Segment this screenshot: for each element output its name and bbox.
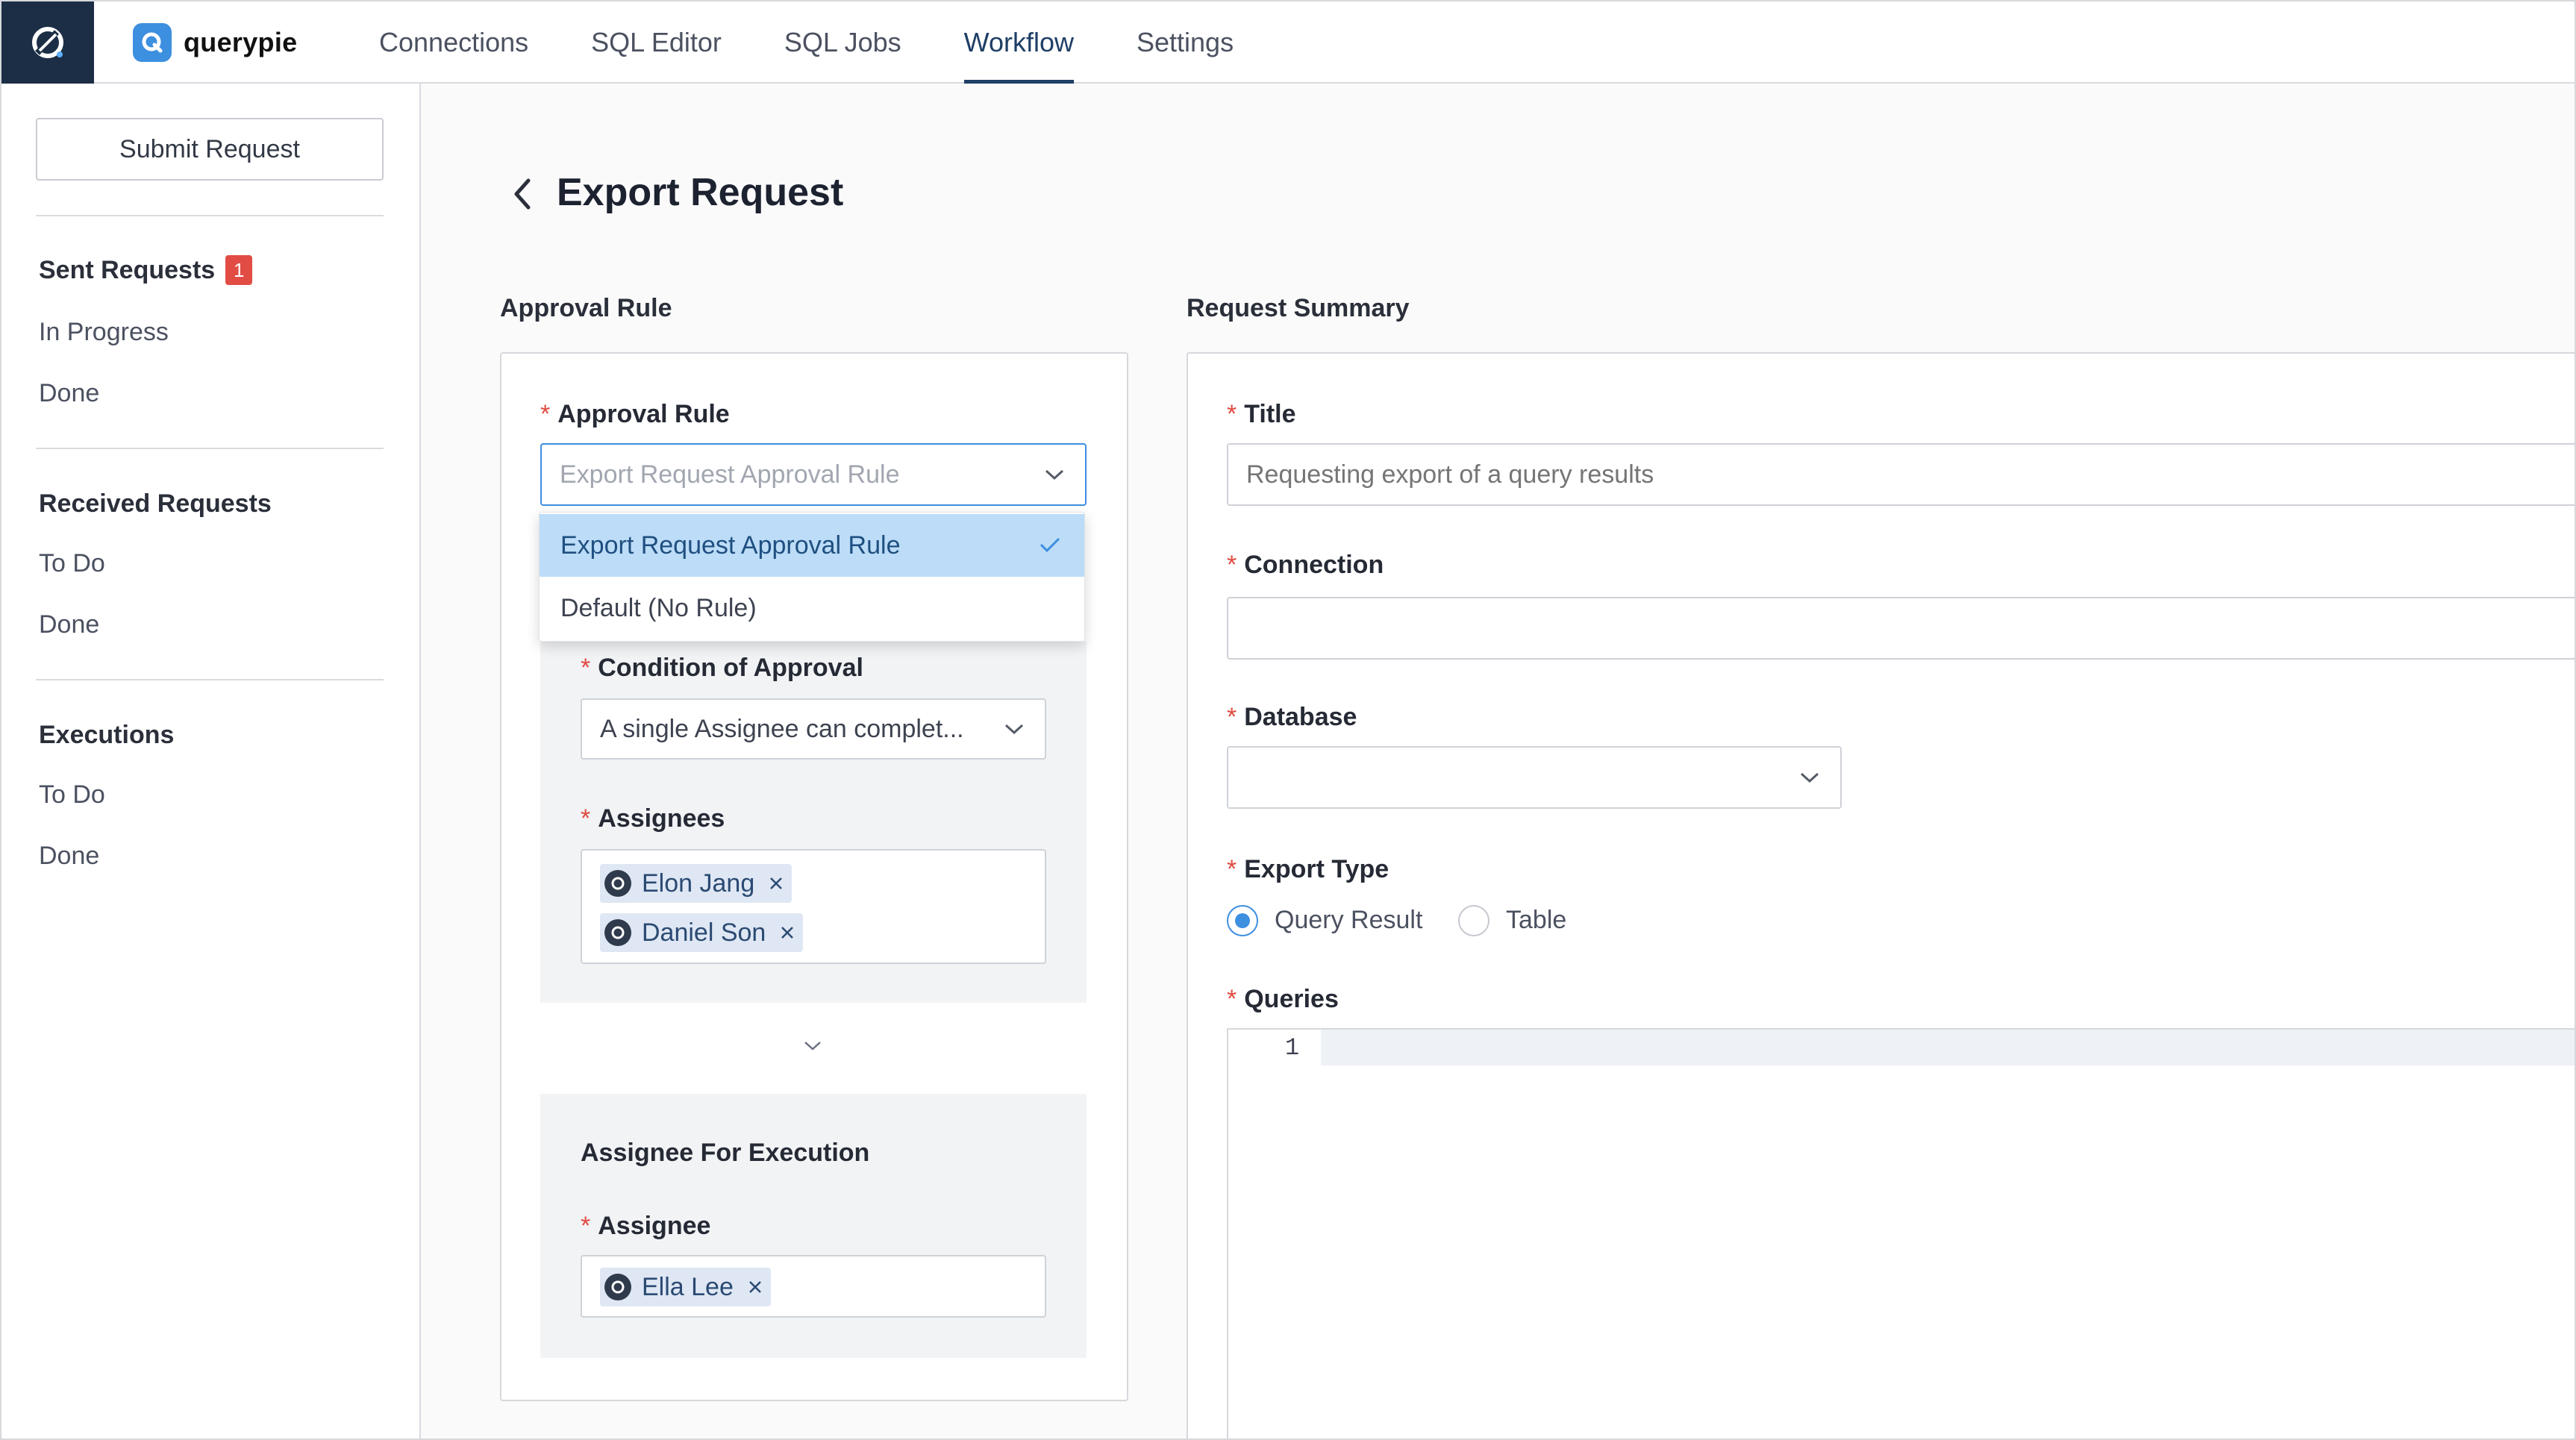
nav-sql-editor[interactable]: SQL Editor xyxy=(591,1,722,84)
close-icon[interactable] xyxy=(768,875,784,892)
app-logo[interactable] xyxy=(1,1,94,84)
required-marker: * xyxy=(1227,703,1237,731)
approval-rule-dropdown: Export Request Approval Rule Default (No… xyxy=(539,512,1085,642)
brand[interactable]: querypie xyxy=(133,22,297,63)
sidebar-divider xyxy=(36,679,384,680)
avatar-icon xyxy=(604,919,631,946)
connection-label: * Connection xyxy=(1227,551,1384,579)
request-summary-section-title: Request Summary xyxy=(1187,294,1410,322)
title-input[interactable] xyxy=(1227,443,2575,506)
chevron-down-icon xyxy=(1800,772,1819,783)
sidebar-received-requests[interactable]: Received Requests xyxy=(39,489,272,519)
avatar-icon xyxy=(604,1274,631,1300)
nav-sql-jobs[interactable]: SQL Jobs xyxy=(784,1,901,84)
sidebar: Submit Request Sent Requests 1 In Progre… xyxy=(1,84,421,1439)
condition-of-approval-select[interactable]: A single Assignee can complet... xyxy=(581,698,1046,760)
sent-requests-badge: 1 xyxy=(225,255,253,285)
export-type-label: * Export Type xyxy=(1227,855,1389,883)
radio-table-label[interactable]: Table xyxy=(1506,906,1566,935)
sidebar-divider xyxy=(36,448,384,449)
assignee-name: Elon Jang xyxy=(642,868,755,898)
brand-q-icon xyxy=(133,23,172,62)
dropdown-option-export-rule[interactable]: Export Request Approval Rule xyxy=(540,514,1084,577)
assignee-for-execution-title: Assignee For Execution xyxy=(581,1139,870,1167)
submit-request-button[interactable]: Submit Request xyxy=(36,118,384,181)
required-marker: * xyxy=(1227,551,1237,579)
required-marker: * xyxy=(581,804,591,833)
sidebar-item-executions-done[interactable]: Done xyxy=(39,842,99,871)
page-title: Export Request xyxy=(557,171,844,214)
nav-connections[interactable]: Connections xyxy=(379,1,528,84)
assignee-tag: Daniel Son xyxy=(600,913,804,952)
sidebar-divider xyxy=(36,215,384,216)
queries-label: * Queries xyxy=(1227,985,1339,1013)
title-label: * Title xyxy=(1227,400,1296,428)
assignee-name: Daniel Son xyxy=(642,918,766,947)
app-logo-icon xyxy=(32,27,63,58)
assignees-label: * Assignees xyxy=(581,804,725,833)
approval-rule-section-title: Approval Rule xyxy=(500,294,672,322)
top-nav-bar: querypie Connections SQL Editor SQL Jobs… xyxy=(1,1,2575,84)
nav-settings[interactable]: Settings xyxy=(1137,1,1234,84)
execution-assignee-label: * Assignee xyxy=(581,1212,711,1240)
connection-select[interactable] xyxy=(1227,597,2575,660)
main-nav: Connections SQL Editor SQL Jobs Workflow… xyxy=(379,1,1296,84)
condition-select-value: A single Assignee can complet... xyxy=(600,714,964,743)
assignee-tag: Ella Lee xyxy=(600,1268,771,1306)
sidebar-sent-requests[interactable]: Sent Requests 1 xyxy=(39,255,253,285)
radio-query-result[interactable] xyxy=(1227,905,1258,936)
radio-table[interactable] xyxy=(1458,905,1489,936)
sent-requests-label: Sent Requests xyxy=(39,255,216,284)
approval-rule-select[interactable]: Export Request Approval Rule xyxy=(540,443,1087,506)
app-window: querypie Connections SQL Editor SQL Jobs… xyxy=(0,0,2576,1440)
queries-editor[interactable]: 1 xyxy=(1227,1028,2575,1439)
close-icon[interactable] xyxy=(747,1279,763,1295)
close-icon[interactable] xyxy=(779,924,795,941)
editor-active-line xyxy=(1321,1030,2575,1065)
radio-query-result-label[interactable]: Query Result xyxy=(1275,906,1422,935)
sidebar-executions[interactable]: Executions xyxy=(39,721,174,750)
required-marker: * xyxy=(540,400,551,428)
avatar-icon xyxy=(604,870,631,897)
nav-workflow[interactable]: Workflow xyxy=(963,1,1075,84)
sidebar-item-received-done[interactable]: Done xyxy=(39,610,99,639)
required-marker: * xyxy=(581,654,591,682)
dropdown-option-label: Export Request Approval Rule xyxy=(560,530,901,560)
required-marker: * xyxy=(1227,855,1237,883)
approval-rule-label: * Approval Rule xyxy=(540,400,730,428)
required-marker: * xyxy=(1227,400,1237,428)
assignee-name: Ella Lee xyxy=(642,1272,734,1301)
execution-assignee-field[interactable]: Ella Lee xyxy=(581,1255,1046,1318)
assignees-field[interactable]: Elon Jang Daniel Son xyxy=(581,849,1046,964)
line-number: 1 xyxy=(1285,1034,1300,1062)
sidebar-item-in-progress[interactable]: In Progress xyxy=(39,318,169,347)
required-marker: * xyxy=(1227,985,1237,1013)
database-select[interactable] xyxy=(1227,746,1842,809)
chevron-down-icon xyxy=(1004,724,1024,735)
sidebar-item-received-todo[interactable]: To Do xyxy=(39,549,105,578)
sidebar-item-executions-todo[interactable]: To Do xyxy=(39,780,105,810)
chevron-down-icon xyxy=(1045,469,1064,480)
required-marker: * xyxy=(581,1212,591,1240)
approval-rule-select-value: Export Request Approval Rule xyxy=(560,460,900,489)
check-icon xyxy=(1040,537,1060,553)
brand-name: querypie xyxy=(184,27,298,57)
condition-of-approval-label: * Condition of Approval xyxy=(581,654,863,682)
chevron-left-icon[interactable] xyxy=(507,175,537,213)
chevron-down-icon[interactable] xyxy=(801,1039,824,1054)
sidebar-item-sent-done[interactable]: Done xyxy=(39,379,99,408)
database-label: * Database xyxy=(1227,703,1357,731)
assignee-tag: Elon Jang xyxy=(600,864,793,903)
dropdown-option-default[interactable]: Default (No Rule) xyxy=(540,577,1084,639)
